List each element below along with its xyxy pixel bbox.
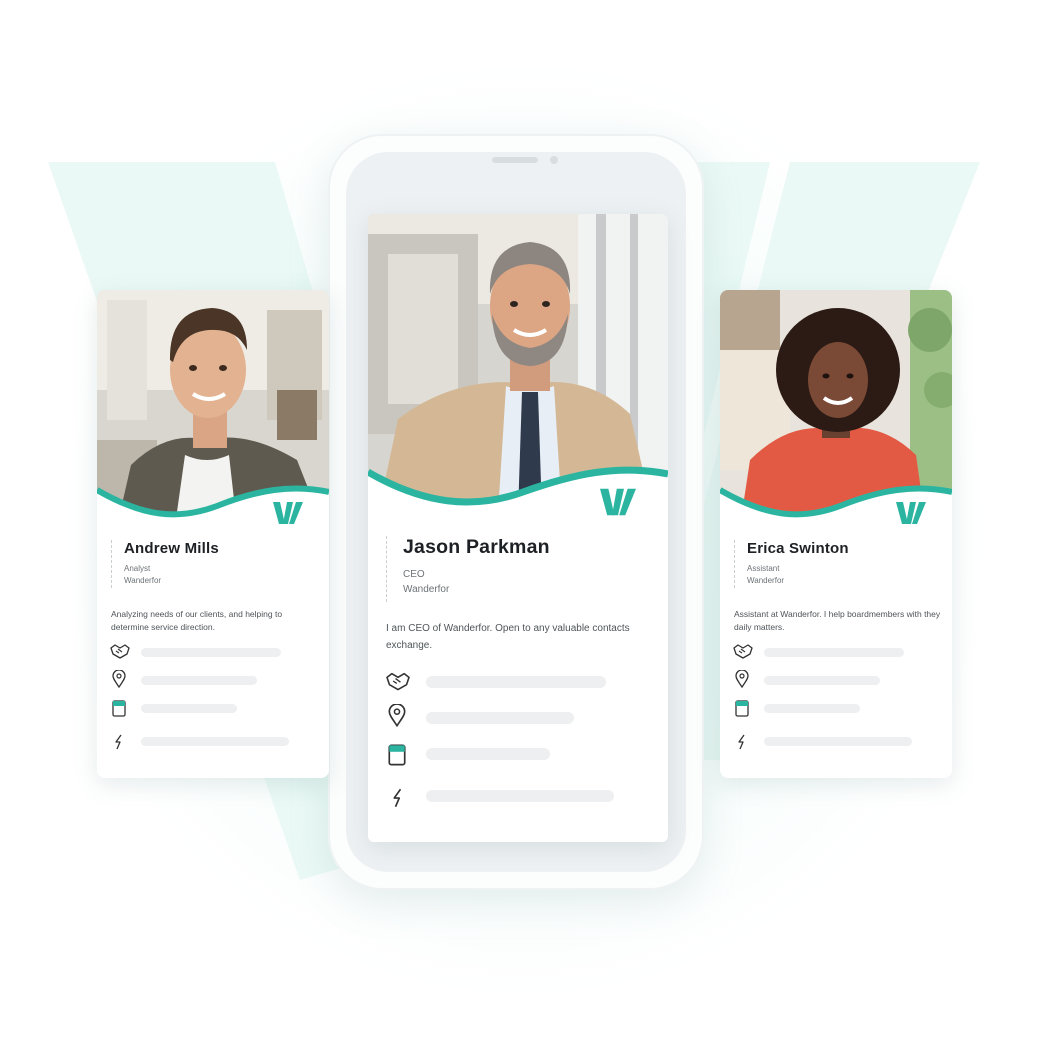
scene: Andrew Mills Analyst Wanderfor Analyzing… — [0, 0, 1050, 1060]
contact-info: Jason Parkman CEO Wanderfor — [386, 536, 550, 602]
contact-name: Jason Parkman — [403, 536, 550, 558]
contact-role: Assistant — [747, 564, 780, 573]
contact-card-andrew[interactable]: Andrew Mills Analyst Wanderfor Analyzing… — [97, 290, 329, 778]
contact-role: Analyst — [124, 564, 151, 573]
contact-card-jason[interactable]: Jason Parkman CEO Wanderfor I am CEO of … — [368, 214, 668, 842]
contact-name: Erica Swinton — [747, 540, 849, 557]
info-placeholder — [141, 704, 237, 713]
wanderfor-logo-icon — [600, 488, 636, 516]
contact-description: I am CEO of Wanderfor. Open to any valua… — [386, 623, 630, 651]
location-pin-icon — [388, 704, 406, 727]
info-placeholder — [764, 676, 880, 685]
handshake-icon — [733, 644, 753, 659]
calendar-icon — [112, 700, 126, 717]
phone-speaker — [492, 157, 538, 163]
info-placeholder — [141, 648, 281, 657]
info-placeholder — [764, 737, 912, 746]
location-pin-icon — [735, 670, 749, 688]
contact-description: Analyzing needs of our clients, and help… — [111, 609, 283, 632]
lightning-icon — [115, 734, 122, 750]
location-pin-icon — [112, 670, 126, 688]
lightning-icon — [738, 734, 745, 750]
handshake-icon — [386, 672, 410, 691]
contact-info: Erica Swinton Assistant Wanderfor — [734, 540, 849, 588]
info-placeholder — [764, 648, 904, 657]
contact-role: CEO — [403, 569, 425, 580]
handshake-icon — [110, 644, 130, 659]
phone-camera — [550, 156, 558, 164]
calendar-icon — [388, 744, 406, 766]
wanderfor-logo-icon — [896, 502, 926, 524]
lightning-icon — [393, 788, 402, 808]
contact-name: Andrew Mills — [124, 540, 219, 557]
info-placeholder — [426, 712, 574, 724]
info-placeholder — [426, 676, 606, 688]
info-placeholder — [141, 676, 257, 685]
contact-company: Wanderfor — [747, 576, 785, 585]
contact-company: Wanderfor — [124, 576, 162, 585]
contact-info: Andrew Mills Analyst Wanderfor — [111, 540, 219, 588]
contact-description: Assistant at Wanderfor. I help boardmemb… — [734, 609, 941, 632]
info-placeholder — [426, 748, 550, 760]
calendar-icon — [735, 700, 749, 717]
contact-card-erica[interactable]: Erica Swinton Assistant Wanderfor Assist… — [720, 290, 952, 778]
wanderfor-logo-icon — [273, 502, 303, 524]
info-placeholder — [764, 704, 860, 713]
info-placeholder — [141, 737, 289, 746]
info-placeholder — [426, 790, 614, 802]
contact-company: Wanderfor — [403, 584, 450, 595]
